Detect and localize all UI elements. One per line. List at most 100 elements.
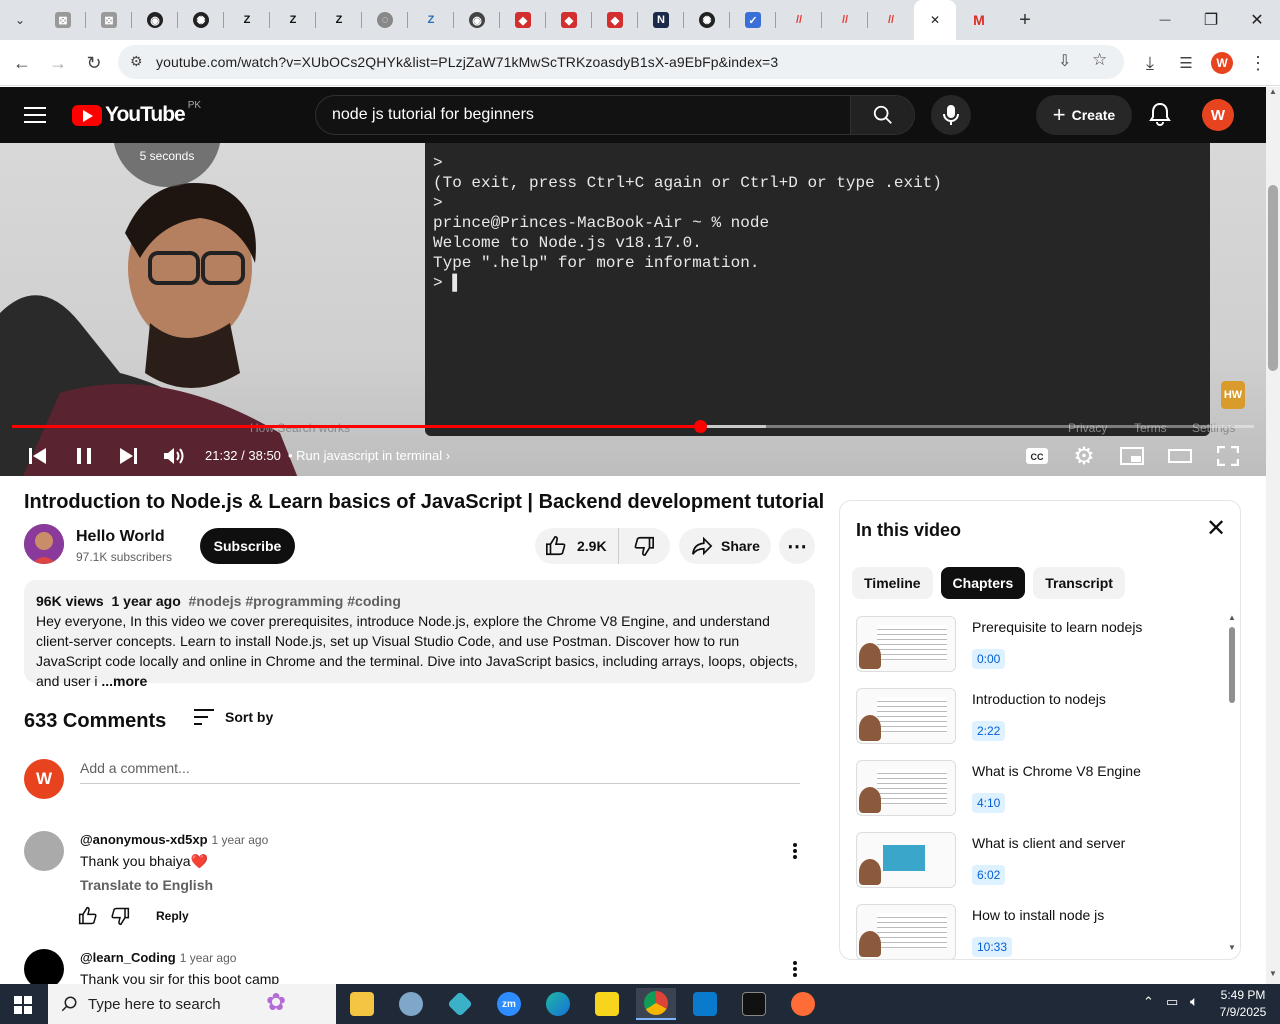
next-button[interactable] [114,444,142,468]
browser-tab[interactable]: Z [270,0,316,40]
translate-button[interactable]: Translate to English [80,877,213,893]
browser-tab[interactable]: Z [224,0,270,40]
miniplayer-button[interactable] [1118,444,1146,468]
video-player[interactable]: > (To exit, press Ctrl+C again or Ctrl+D … [0,143,1266,476]
browser-tab[interactable]: ◆ [592,0,638,40]
fullscreen-button[interactable] [1214,444,1242,468]
share-button[interactable]: Share [679,528,771,564]
search-input[interactable]: node js tutorial for beginners [316,96,850,134]
progress-scrubber[interactable] [694,420,708,433]
bookmark-star-icon[interactable]: ☆ [1092,50,1107,70]
reply-button[interactable]: Reply [156,909,189,923]
profile-avatar[interactable]: W [1211,52,1233,74]
more-actions-button[interactable]: ⋯ [779,528,815,564]
browser-tab[interactable]: ⊠ [40,0,86,40]
create-button[interactable]: + Create [1036,95,1132,135]
address-bar[interactable]: ⚙ youtube.com/watch?v=XUbOCs2QHYk&list=P… [118,45,1124,79]
active-browser-tab[interactable]: ✕ [914,0,956,40]
hamburger-menu-icon[interactable] [24,107,46,123]
youtube-logo[interactable]: YouTube PK [72,100,201,127]
tray-chevron-icon[interactable]: ⌃ [1143,994,1154,1010]
taskbar-vscode[interactable] [685,988,725,1020]
back-button[interactable]: ← [4,45,40,81]
previous-button[interactable] [24,444,52,468]
browser-menu-button[interactable]: ⋮ [1240,45,1276,81]
media-controls-button[interactable]: ☰ [1168,45,1204,81]
subtitles-button[interactable]: CC [1023,444,1051,468]
browser-tab[interactable]: Z [316,0,362,40]
taskbar-postman[interactable] [783,988,823,1020]
tab-chapters[interactable]: Chapters [940,567,1026,599]
taskbar-chrome[interactable] [636,988,676,1020]
taskbar-zoom[interactable]: zm [489,988,529,1020]
page-scrollbar-thumb[interactable] [1268,185,1278,371]
taskbar-terminal[interactable] [734,988,774,1020]
browser-tab[interactable]: ◉ [132,0,178,40]
tab-timeline[interactable]: Timeline [852,567,933,599]
tab-search-button[interactable]: ⌄ [0,0,40,40]
channel-name[interactable]: Hello World [76,528,165,546]
chapter-item[interactable]: What is Chrome V8 Engine 4:10 [856,760,1216,820]
chapter-item[interactable]: How to install node js 10:33 [856,904,1216,959]
comment-like-button[interactable] [78,906,98,931]
browser-tab[interactable]: ◉ [454,0,500,40]
notifications-button[interactable] [1148,101,1172,132]
volume-button[interactable] [160,444,188,468]
browser-tab[interactable]: Z [408,0,454,40]
browser-tab[interactable]: ✺ [178,0,224,40]
add-comment-input[interactable]: Add a comment... [80,760,800,784]
subscribe-button[interactable]: Subscribe [200,528,295,564]
browser-tab[interactable]: ✓ [730,0,776,40]
user-avatar[interactable]: W [1202,99,1234,131]
search-button[interactable] [850,96,914,134]
comment-author[interactable]: @anonymous-xd5xp 1 year ago [80,832,268,847]
chapter-item[interactable]: What is client and server 6:02 [856,832,1216,892]
url-text[interactable]: youtube.com/watch?v=XUbOCs2QHYk&list=PLz… [156,54,778,70]
comment-menu-icon[interactable] [785,841,805,861]
taskbar-search[interactable]: Type here to search ✿ [48,984,336,1024]
reload-button[interactable]: ↻ [76,45,112,81]
panel-scrollbar[interactable]: ▲ ▼ [1228,613,1236,953]
browser-tab[interactable]: ◆ [500,0,546,40]
browser-tab[interactable]: ◌ [362,0,408,40]
settings-button[interactable]: ⚙ [1070,443,1098,470]
current-chapter-button[interactable]: • Run javascript in terminal › [288,448,450,463]
scroll-down-icon[interactable]: ▼ [1228,943,1236,952]
voice-search-button[interactable] [931,95,971,135]
browser-tab[interactable]: // [868,0,914,40]
channel-avatar[interactable] [24,524,64,564]
downloads-button[interactable]: ⤓ [1132,45,1168,81]
taskbar-sticky-notes[interactable] [587,988,627,1020]
channel-watermark[interactable]: HW [1221,381,1245,409]
browser-tab[interactable]: // [776,0,822,40]
scroll-up-icon[interactable]: ▲ [1269,87,1277,96]
forward-button[interactable]: → [40,45,76,81]
close-window-button[interactable]: ✕ [1234,0,1280,40]
speaker-icon[interactable]: 🔈︎ [1190,993,1198,1010]
panel-scrollbar-thumb[interactable] [1229,627,1235,703]
comment-avatar[interactable] [24,831,64,871]
start-button[interactable] [14,996,32,1019]
comment-author[interactable]: @learn_Coding 1 year ago [80,950,236,965]
tab-close-icon[interactable]: ✕ [930,13,940,27]
browser-tab[interactable]: ◆ [546,0,592,40]
dislike-button[interactable] [619,528,669,564]
like-button[interactable]: 2.9K [535,528,619,564]
site-info-icon[interactable]: ⚙ [130,53,143,70]
progress-bar[interactable] [12,420,1254,433]
taskbar-file-explorer[interactable] [342,988,382,1020]
comment-avatar[interactable] [24,949,64,989]
panel-close-icon[interactable]: ✕ [1206,517,1226,541]
browser-tab[interactable]: ⊠ [86,0,132,40]
show-more-button[interactable]: ...more [101,673,147,689]
chapter-item[interactable]: Introduction to nodejs 2:22 [856,688,1216,748]
browser-tab[interactable]: M [956,0,1002,40]
theater-mode-button[interactable] [1166,444,1194,468]
minimize-button[interactable]: — [1142,0,1188,40]
restore-button[interactable]: ❐ [1188,0,1234,40]
sort-by-button[interactable]: Sort by [193,708,273,726]
comment-menu-icon[interactable] [785,959,805,979]
taskbar-app[interactable] [391,988,431,1020]
scroll-up-icon[interactable]: ▲ [1228,613,1236,622]
browser-tab[interactable]: // [822,0,868,40]
